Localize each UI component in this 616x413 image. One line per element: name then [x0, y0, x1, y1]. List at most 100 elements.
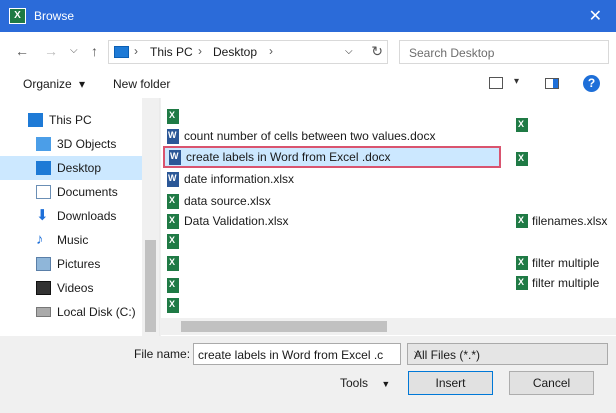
browse-dialog: X Browse ✕ ← → ⌵ ↑ › This PC › Desktop ›…	[0, 0, 616, 413]
recent-locations-dropdown[interactable]: ⌵	[70, 45, 78, 56]
file-name: filter multiple	[532, 256, 600, 270]
list-item[interactable]: filenames.xlsx	[516, 212, 616, 230]
list-item[interactable]: Data Validation.xlsx	[161, 211, 511, 231]
sidebar-item-label: Videos	[57, 281, 94, 295]
tools-label: Tools	[340, 376, 369, 390]
list-item[interactable]: filter multiple	[516, 254, 616, 272]
cube-icon	[36, 137, 51, 151]
insert-button[interactable]: Insert	[408, 371, 493, 395]
breadcrumb-separator: ›	[198, 44, 202, 58]
list-item[interactable]	[161, 106, 511, 126]
back-button[interactable]: ←	[15, 43, 29, 59]
file-name-label: File name:	[134, 347, 191, 361]
list-item[interactable]: filter multiple	[516, 274, 616, 292]
list-item-selected[interactable]: create labels in Word from Excel .docx	[163, 146, 501, 168]
cancel-button[interactable]: Cancel	[509, 371, 594, 395]
forward-button[interactable]: →	[44, 43, 58, 59]
sidebar-item-desktop[interactable]: Desktop	[0, 156, 142, 180]
tools-button[interactable]: Tools ▼	[340, 376, 390, 390]
breadcrumb-separator: ›	[134, 44, 138, 58]
excel-file-icon	[516, 256, 528, 270]
preview-pane-icon[interactable]	[545, 78, 559, 89]
navigation-bar: ← → ⌵ ↑ › This PC › Desktop › ⌵ ↻ Search…	[0, 32, 616, 70]
sidebar-item-label: Desktop	[57, 161, 102, 175]
list-item[interactable]: date information.xlsx	[161, 169, 511, 189]
sidebar-item-3d-objects[interactable]: 3D Objects	[0, 132, 142, 156]
sidebar-item-local-disk[interactable]: Local Disk (C:)	[0, 300, 142, 324]
sidebar-item-music[interactable]: ♪ Music	[0, 228, 142, 252]
address-dropdown[interactable]: ⌵	[345, 46, 353, 57]
list-item[interactable]	[161, 275, 511, 295]
view-options-icon[interactable]	[489, 77, 503, 89]
title-bar: X Browse ✕	[0, 0, 616, 32]
chevron-down-icon: ▾	[79, 77, 86, 91]
dialog-footer: File name: create labels in Word from Ex…	[0, 336, 616, 413]
search-placeholder: Search Desktop	[409, 46, 495, 60]
file-name: filenames.xlsx	[532, 214, 608, 228]
sidebar-item-label: Pictures	[57, 257, 101, 271]
sidebar-scrollbar[interactable]	[142, 98, 159, 336]
excel-file-icon	[167, 194, 179, 209]
toolbar: Organize ▾ New folder ▾ ?	[0, 70, 616, 98]
file-name: filter multiple	[532, 276, 600, 290]
excel-file-icon	[167, 298, 179, 313]
list-item[interactable]	[161, 295, 511, 315]
file-name-input[interactable]: create labels in Word from Excel .c	[193, 343, 401, 365]
help-icon[interactable]: ?	[583, 75, 600, 92]
excel-file-icon	[167, 256, 179, 271]
pc-icon	[114, 46, 129, 58]
window-title: Browse	[34, 9, 75, 23]
pc-icon	[28, 113, 43, 127]
file-name: count number of cells between two values…	[184, 129, 436, 143]
address-bar[interactable]: › This PC › Desktop › ⌵ ↻	[108, 40, 388, 64]
up-button[interactable]: ↑	[91, 43, 98, 59]
sidebar-item-label: Music	[57, 233, 89, 247]
navigation-pane: This PC 3D Objects Desktop Documents ⬇ D…	[0, 98, 160, 336]
word-file-icon	[169, 150, 181, 165]
sidebar-item-videos[interactable]: Videos	[0, 276, 142, 300]
music-icon: ♪	[36, 231, 44, 248]
sidebar-item-this-pc[interactable]: This PC	[0, 108, 142, 132]
file-type-select[interactable]: All Files (*.*) ⌵	[407, 343, 608, 365]
file-list: count number of cells between two values…	[161, 98, 616, 336]
scrollbar-thumb[interactable]	[181, 321, 387, 332]
list-item[interactable]	[516, 116, 616, 134]
documents-icon	[36, 185, 51, 199]
sidebar-item-downloads[interactable]: ⬇ Downloads	[0, 204, 142, 228]
search-input[interactable]: Search Desktop	[399, 40, 609, 64]
sidebar-item-pictures[interactable]: Pictures	[0, 252, 142, 276]
excel-file-icon	[167, 234, 179, 249]
list-item[interactable]	[161, 231, 511, 251]
excel-file-icon	[167, 214, 179, 229]
list-item[interactable]	[161, 253, 511, 273]
excel-file-icon	[516, 214, 528, 228]
sidebar-item-documents[interactable]: Documents	[0, 180, 142, 204]
excel-app-icon: X	[9, 8, 26, 24]
disk-icon	[36, 307, 51, 317]
sidebar-item-label: This PC	[49, 113, 92, 127]
list-item[interactable]: count number of cells between two values…	[161, 126, 511, 146]
sidebar-item-label: Downloads	[57, 209, 117, 223]
pictures-icon	[36, 257, 51, 271]
list-item[interactable]: data source.xlsx	[161, 191, 511, 211]
scrollbar-thumb[interactable]	[145, 240, 156, 332]
breadcrumb-desktop[interactable]: Desktop	[213, 45, 257, 59]
horizontal-scrollbar[interactable]	[161, 318, 616, 335]
excel-file-icon	[516, 152, 528, 166]
refresh-icon[interactable]: ↻	[371, 43, 383, 60]
chevron-down-icon: ▼	[381, 379, 391, 389]
new-folder-button[interactable]: New folder	[113, 77, 170, 91]
breadcrumb-this-pc[interactable]: This PC	[150, 45, 193, 59]
download-icon: ⬇	[36, 207, 49, 224]
sidebar-item-label: Local Disk (C:)	[57, 305, 136, 319]
word-file-icon	[167, 129, 179, 144]
sidebar-item-label: 3D Objects	[57, 137, 117, 151]
list-item[interactable]	[516, 150, 616, 168]
file-name: Data Validation.xlsx	[184, 214, 289, 228]
view-dropdown[interactable]: ▾	[514, 76, 519, 87]
organize-button[interactable]: Organize ▾	[23, 77, 85, 91]
close-icon[interactable]: ✕	[589, 6, 602, 26]
excel-file-icon	[167, 278, 179, 293]
file-name: create labels in Word from Excel .docx	[186, 150, 391, 164]
organize-label: Organize	[23, 77, 72, 91]
